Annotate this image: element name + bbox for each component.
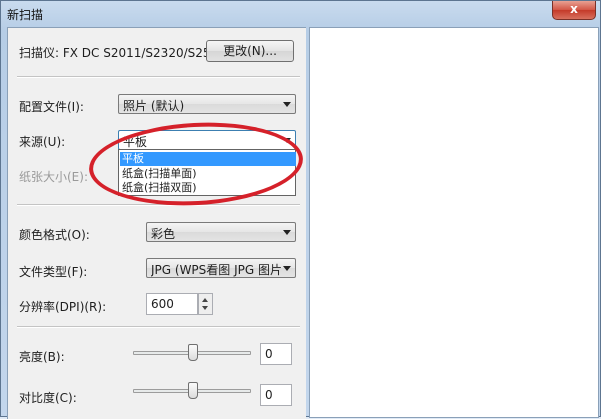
separator [17, 76, 300, 78]
title-bar[interactable]: 新扫描 x [1, 1, 600, 27]
color-format-label: 颜色格式(O): [19, 228, 90, 242]
chevron-down-icon [283, 266, 291, 271]
file-type-label: 文件类型(F): [19, 265, 88, 279]
profile-label: 配置文件(I): [19, 100, 84, 114]
paper-size-label: 纸张大小(E): [19, 170, 88, 184]
color-format-value: 彩色 [151, 227, 176, 241]
change-scanner-button[interactable]: 更改(N)... [206, 40, 294, 62]
resolution-value: 600 [151, 297, 174, 311]
brightness-value: 0 [265, 347, 273, 361]
source-select[interactable]: 平板 [118, 130, 296, 150]
contrast-value: 0 [265, 388, 273, 402]
resolution-spinner[interactable] [198, 293, 213, 315]
source-option-flatbed[interactable]: 平板 [120, 152, 296, 166]
color-format-select[interactable]: 彩色 [146, 222, 296, 242]
chevron-down-icon [283, 230, 291, 235]
resolution-input[interactable]: 600 [146, 293, 198, 315]
profile-value: 照片 (默认) [123, 99, 185, 113]
source-dropdown-list: 平板 纸盒(扫描单面) 纸盒(扫描双面) [118, 149, 296, 196]
contrast-slider-thumb[interactable] [188, 382, 198, 399]
spin-up-icon[interactable] [202, 298, 208, 302]
profile-select[interactable]: 照片 (默认) [118, 94, 296, 114]
separator [17, 204, 300, 206]
close-button[interactable]: x [552, 1, 596, 20]
source-option-feeder-duplex[interactable]: 纸盒(扫描双面) [120, 181, 296, 195]
window-title: 新扫描 [7, 8, 44, 22]
scanner-label: 扫描仪: FX DC S2011/S2320/S252... [19, 46, 230, 60]
brightness-slider-thumb[interactable] [188, 344, 198, 361]
spin-down-icon[interactable] [202, 306, 208, 310]
chevron-down-icon [283, 138, 291, 143]
source-value: 平板 [123, 135, 148, 149]
source-label: 来源(U): [19, 135, 66, 149]
source-option-feeder-single[interactable]: 纸盒(扫描单面) [120, 167, 296, 181]
contrast-label: 对比度(C): [19, 391, 77, 405]
resolution-label: 分辨率(DPI)(R): [19, 300, 107, 314]
separator [17, 326, 300, 328]
new-scan-dialog: 新扫描 x 扫描仪: FX DC S2011/S2320/S252... 更改(… [0, 0, 601, 419]
contrast-input[interactable]: 0 [260, 384, 292, 406]
chevron-down-icon [283, 102, 291, 107]
brightness-input[interactable]: 0 [260, 343, 292, 365]
file-type-value: JPG (WPS看图 JPG 图片文 [151, 263, 281, 277]
brightness-label: 亮度(B): [19, 350, 65, 364]
file-type-select[interactable]: JPG (WPS看图 JPG 图片文 [146, 258, 296, 278]
preview-area [309, 27, 599, 418]
